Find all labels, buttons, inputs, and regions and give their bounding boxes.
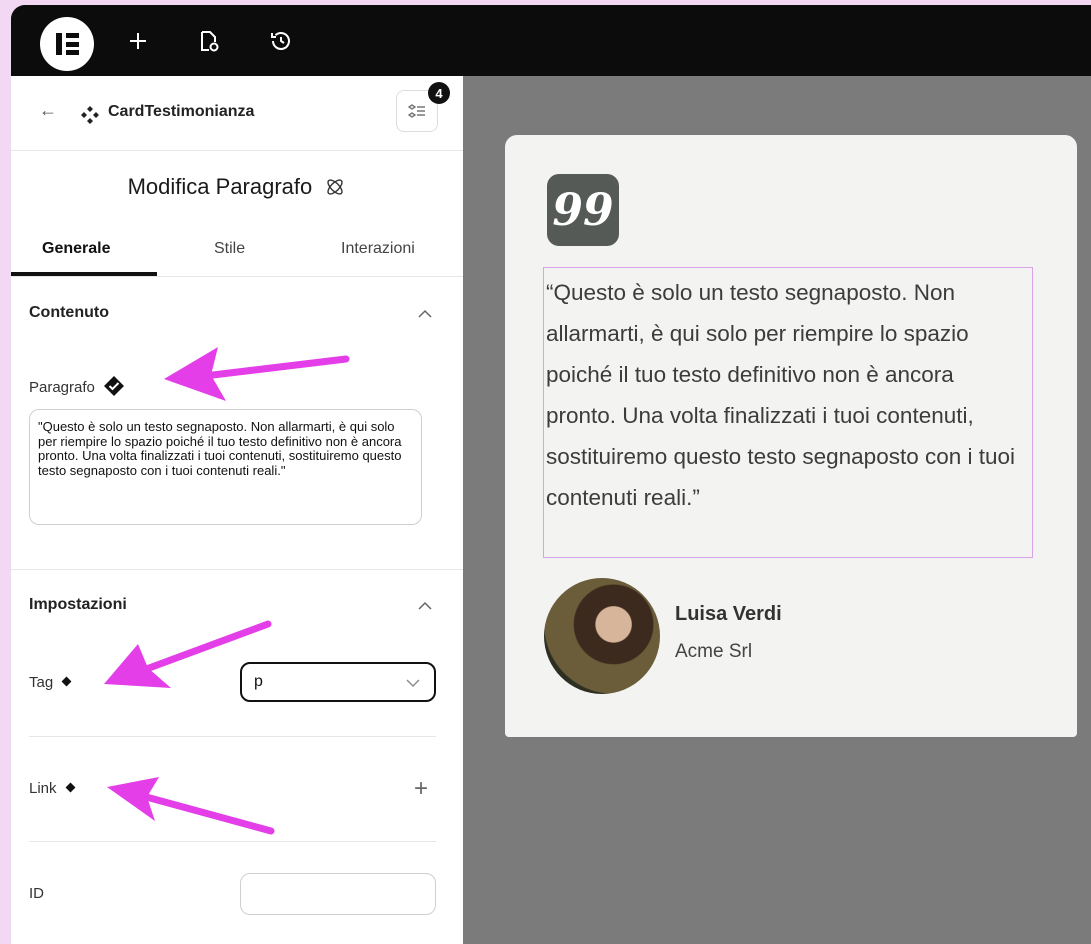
- component-icon: [81, 106, 99, 124]
- component-name: CardTestimonianza: [108, 103, 255, 120]
- row-divider: [29, 736, 436, 737]
- active-tab-indicator: [11, 272, 157, 276]
- testimonial-card[interactable]: 99 “Questo è solo un testo segnaposto. N…: [505, 135, 1077, 737]
- section-divider: [11, 569, 463, 570]
- editor-panel: ← CardTestimonianza 4 Modifica Paragrafo…: [11, 76, 463, 944]
- panel-title: Modifica Paragrafo: [11, 174, 463, 200]
- panel-title-text: Modifica Paragrafo: [127, 174, 313, 199]
- chevron-down-icon: [406, 679, 420, 687]
- dynamic-diamond-icon[interactable]: [65, 782, 75, 793]
- structure-icon: [408, 104, 425, 118]
- page-settings-icon[interactable]: [194, 27, 222, 55]
- panel-header: ← CardTestimonianza 4: [11, 76, 463, 151]
- tab-interazioni[interactable]: Interazioni: [341, 240, 415, 258]
- atom-icon: [327, 179, 344, 195]
- section-impostazioni-title[interactable]: Impostazioni: [29, 596, 127, 614]
- panel-tabs: Generale Stile Interazioni: [11, 226, 463, 277]
- dynamic-tag-icon[interactable]: [103, 375, 125, 397]
- chevron-up-icon[interactable]: [417, 601, 433, 611]
- paragraph-textarea[interactable]: "Questo è solo un testo segnaposto. Non …: [29, 409, 422, 525]
- annotation-arrow: [107, 777, 275, 835]
- tag-label: Tag: [29, 674, 72, 691]
- top-toolbar: [11, 5, 1091, 77]
- paragraph-label: Paragrafo: [29, 375, 125, 397]
- history-icon[interactable]: [267, 27, 295, 55]
- annotation-arrow: [104, 620, 272, 688]
- testimonial-paragraph[interactable]: “Questo è solo un testo segnaposto. Non …: [543, 267, 1033, 558]
- avatar: [544, 578, 660, 694]
- app-window: ← CardTestimonianza 4 Modifica Paragrafo…: [11, 5, 1091, 944]
- quote-icon: 99: [547, 174, 619, 246]
- author-company: Acme Srl: [675, 641, 753, 662]
- add-link-icon[interactable]: +: [414, 775, 428, 803]
- id-label: ID: [29, 885, 44, 902]
- id-input[interactable]: [240, 873, 436, 915]
- section-contenuto-title[interactable]: Contenuto: [29, 304, 109, 322]
- structure-count-badge: 4: [428, 82, 450, 104]
- preview-canvas: 99 “Questo è solo un testo segnaposto. N…: [463, 76, 1091, 944]
- dynamic-diamond-icon[interactable]: [61, 676, 72, 687]
- back-arrow-icon[interactable]: ←: [39, 100, 57, 121]
- paragraph-label-text: Paragrafo: [29, 379, 95, 396]
- chevron-up-icon[interactable]: [417, 309, 433, 319]
- link-label: Link: [29, 780, 75, 797]
- elementor-logo[interactable]: [40, 17, 94, 71]
- link-label-text: Link: [29, 780, 57, 797]
- tab-stile[interactable]: Stile: [214, 240, 245, 258]
- tab-generale[interactable]: Generale: [42, 240, 110, 258]
- annotation-arrow: [164, 347, 350, 401]
- author-name: Luisa Verdi: [675, 603, 782, 625]
- plus-icon[interactable]: [124, 27, 152, 55]
- tag-label-text: Tag: [29, 674, 54, 691]
